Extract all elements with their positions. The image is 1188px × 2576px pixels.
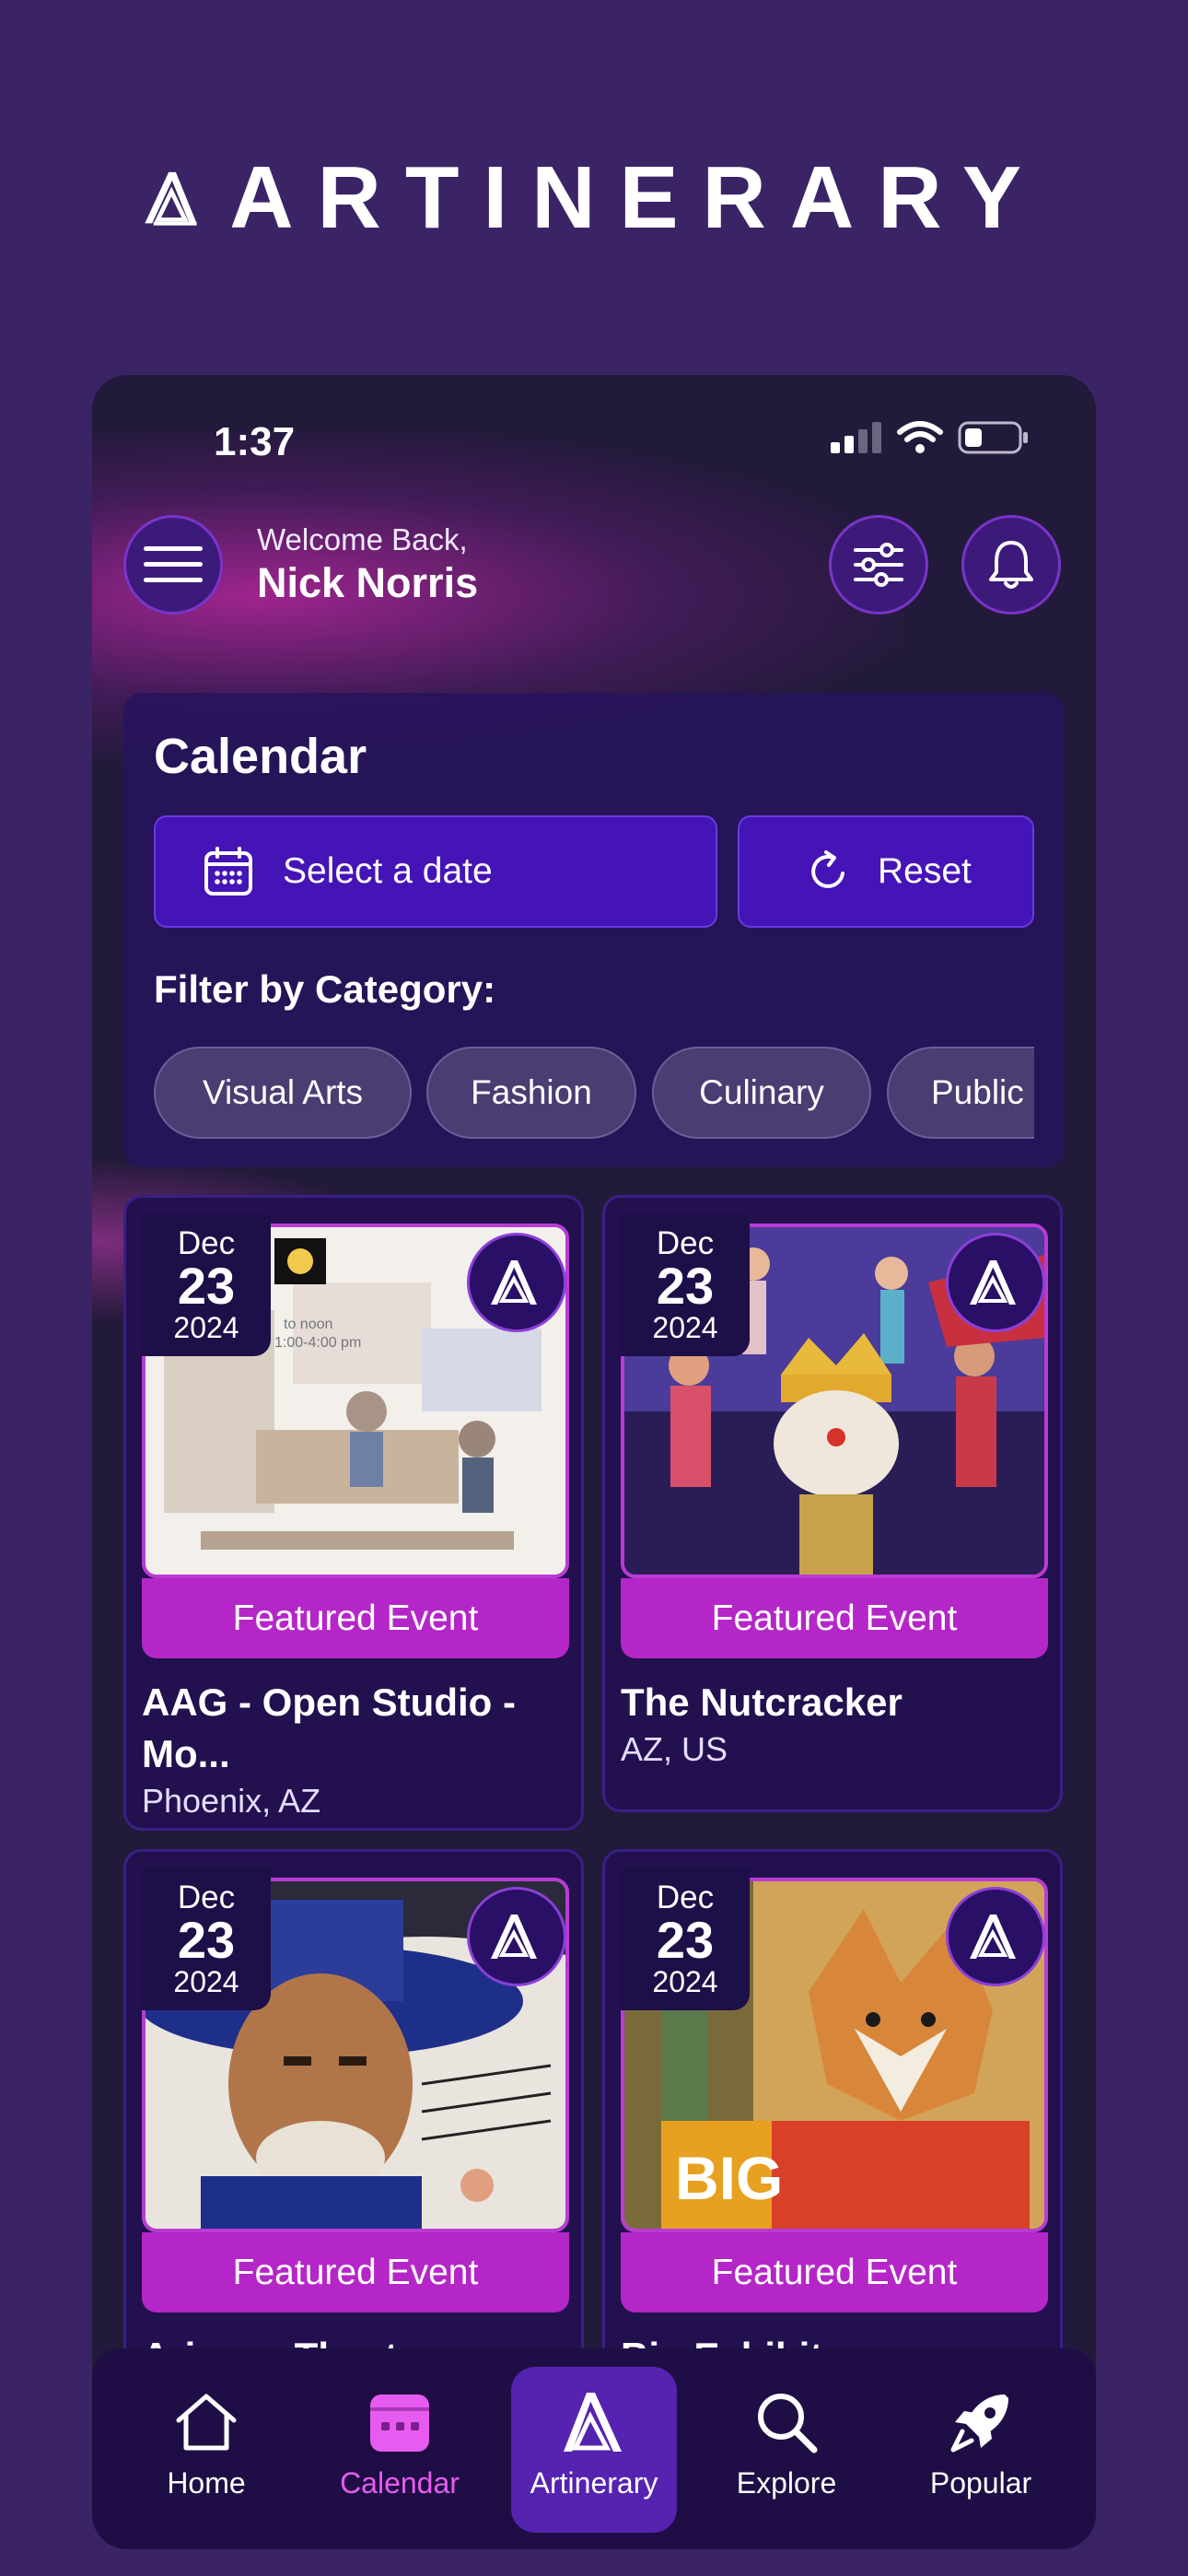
event-card[interactable]: to noon 1:00-4:00 pm Featured Event Dec …	[123, 1195, 584, 1831]
brand-header: ARTINERARY	[143, 124, 1045, 272]
wifi-icon	[897, 421, 943, 453]
artinerary-badge	[946, 1233, 1045, 1332]
featured-label: Featured Event	[142, 1578, 569, 1658]
refresh-icon	[811, 850, 844, 888]
event-title: AAG - Open Studio - Mo...	[142, 1680, 516, 1775]
chip-public[interactable]: Public	[887, 1047, 1034, 1139]
artinerary-logo-icon	[491, 1914, 537, 1959]
bottom-tab-bar: Home Calendar Artinerary Explore Popular	[92, 2348, 1096, 2549]
artinerary-logo-icon	[970, 1914, 1016, 1959]
svg-text:BIG: BIG	[675, 2144, 783, 2212]
tab-label: Calendar	[340, 2466, 460, 2500]
tab-home[interactable]: Home	[123, 2367, 289, 2533]
menu-button[interactable]	[123, 515, 223, 615]
phone-frame: 1:37 Welcome Back, Nick Norris Calendar …	[92, 375, 1096, 2549]
svg-text:1:00-4:00 pm: 1:00-4:00 pm	[274, 1335, 361, 1351]
artinerary-logo-icon	[564, 2393, 622, 2452]
event-title: The Nutcracker	[621, 1680, 903, 1724]
category-chips: Visual Arts Fashion Culinary Public	[154, 1047, 1034, 1142]
welcome-block: Welcome Back, Nick Norris	[257, 522, 478, 607]
tab-label: Home	[167, 2466, 246, 2500]
calendar-icon	[204, 847, 252, 896]
select-date-button[interactable]: Select a date	[154, 815, 717, 928]
event-date: Dec 23 2024	[621, 1214, 750, 1356]
filter-label: Filter by Category:	[154, 967, 496, 1011]
welcome-text: Welcome Back,	[257, 522, 468, 556]
tab-artinerary[interactable]: Artinerary	[511, 2367, 677, 2533]
home-icon	[176, 2394, 237, 2451]
hamburger-icon	[144, 546, 203, 582]
brand-name: ARTINERARY	[229, 148, 1045, 247]
featured-label: Featured Event	[621, 2232, 1048, 2313]
artinerary-logo-icon	[970, 1260, 1016, 1305]
chip-fashion[interactable]: Fashion	[426, 1047, 636, 1139]
event-location: Phoenix, AZ	[142, 1782, 321, 1820]
select-date-label: Select a date	[283, 851, 493, 891]
artinerary-badge	[946, 1887, 1045, 1986]
tab-popular[interactable]: Popular	[898, 2367, 1064, 2533]
user-name: Nick Norris	[257, 559, 479, 606]
tab-label: Popular	[929, 2466, 1032, 2500]
artinerary-badge	[467, 1887, 566, 1986]
sliders-icon	[854, 543, 903, 587]
calendar-card: Calendar Select a date Reset Filter by C…	[123, 693, 1065, 1167]
notifications-button[interactable]	[961, 515, 1061, 615]
tab-label: Artinerary	[530, 2466, 658, 2500]
status-bar: 1:37	[92, 375, 1096, 467]
tab-label: Explore	[736, 2466, 837, 2500]
tab-explore[interactable]: Explore	[704, 2367, 869, 2533]
calendar-icon	[370, 2395, 429, 2452]
event-date: Dec 23 2024	[142, 1868, 271, 2010]
tab-calendar[interactable]: Calendar	[317, 2367, 483, 2533]
featured-label: Featured Event	[142, 2232, 569, 2313]
artinerary-logo-icon	[491, 1260, 537, 1305]
event-date: Dec 23 2024	[142, 1214, 271, 1356]
reset-label: Reset	[878, 851, 972, 891]
reset-button[interactable]: Reset	[738, 815, 1034, 928]
event-card[interactable]: Featured Event Dec 23 2024 The Nutcracke…	[602, 1195, 1063, 1812]
featured-label: Featured Event	[621, 1578, 1048, 1658]
calendar-title: Calendar	[154, 729, 367, 784]
event-location: AZ, US	[621, 1730, 728, 1768]
artinerary-logo-icon	[145, 171, 197, 226]
rocket-icon	[950, 2395, 1008, 2453]
filters-button[interactable]	[829, 515, 928, 615]
top-bar: Welcome Back, Nick Norris	[123, 511, 1065, 618]
signal-icon	[831, 422, 881, 453]
svg-text:to noon: to noon	[284, 1317, 332, 1332]
artinerary-badge	[467, 1233, 566, 1332]
event-date: Dec 23 2024	[621, 1868, 750, 2010]
chip-culinary[interactable]: Culinary	[652, 1047, 871, 1139]
battery-icon	[958, 421, 1028, 454]
status-time: 1:37	[214, 419, 296, 464]
search-icon	[758, 2394, 818, 2453]
bell-icon	[989, 541, 1033, 589]
chip-visual-arts[interactable]: Visual Arts	[154, 1047, 412, 1139]
